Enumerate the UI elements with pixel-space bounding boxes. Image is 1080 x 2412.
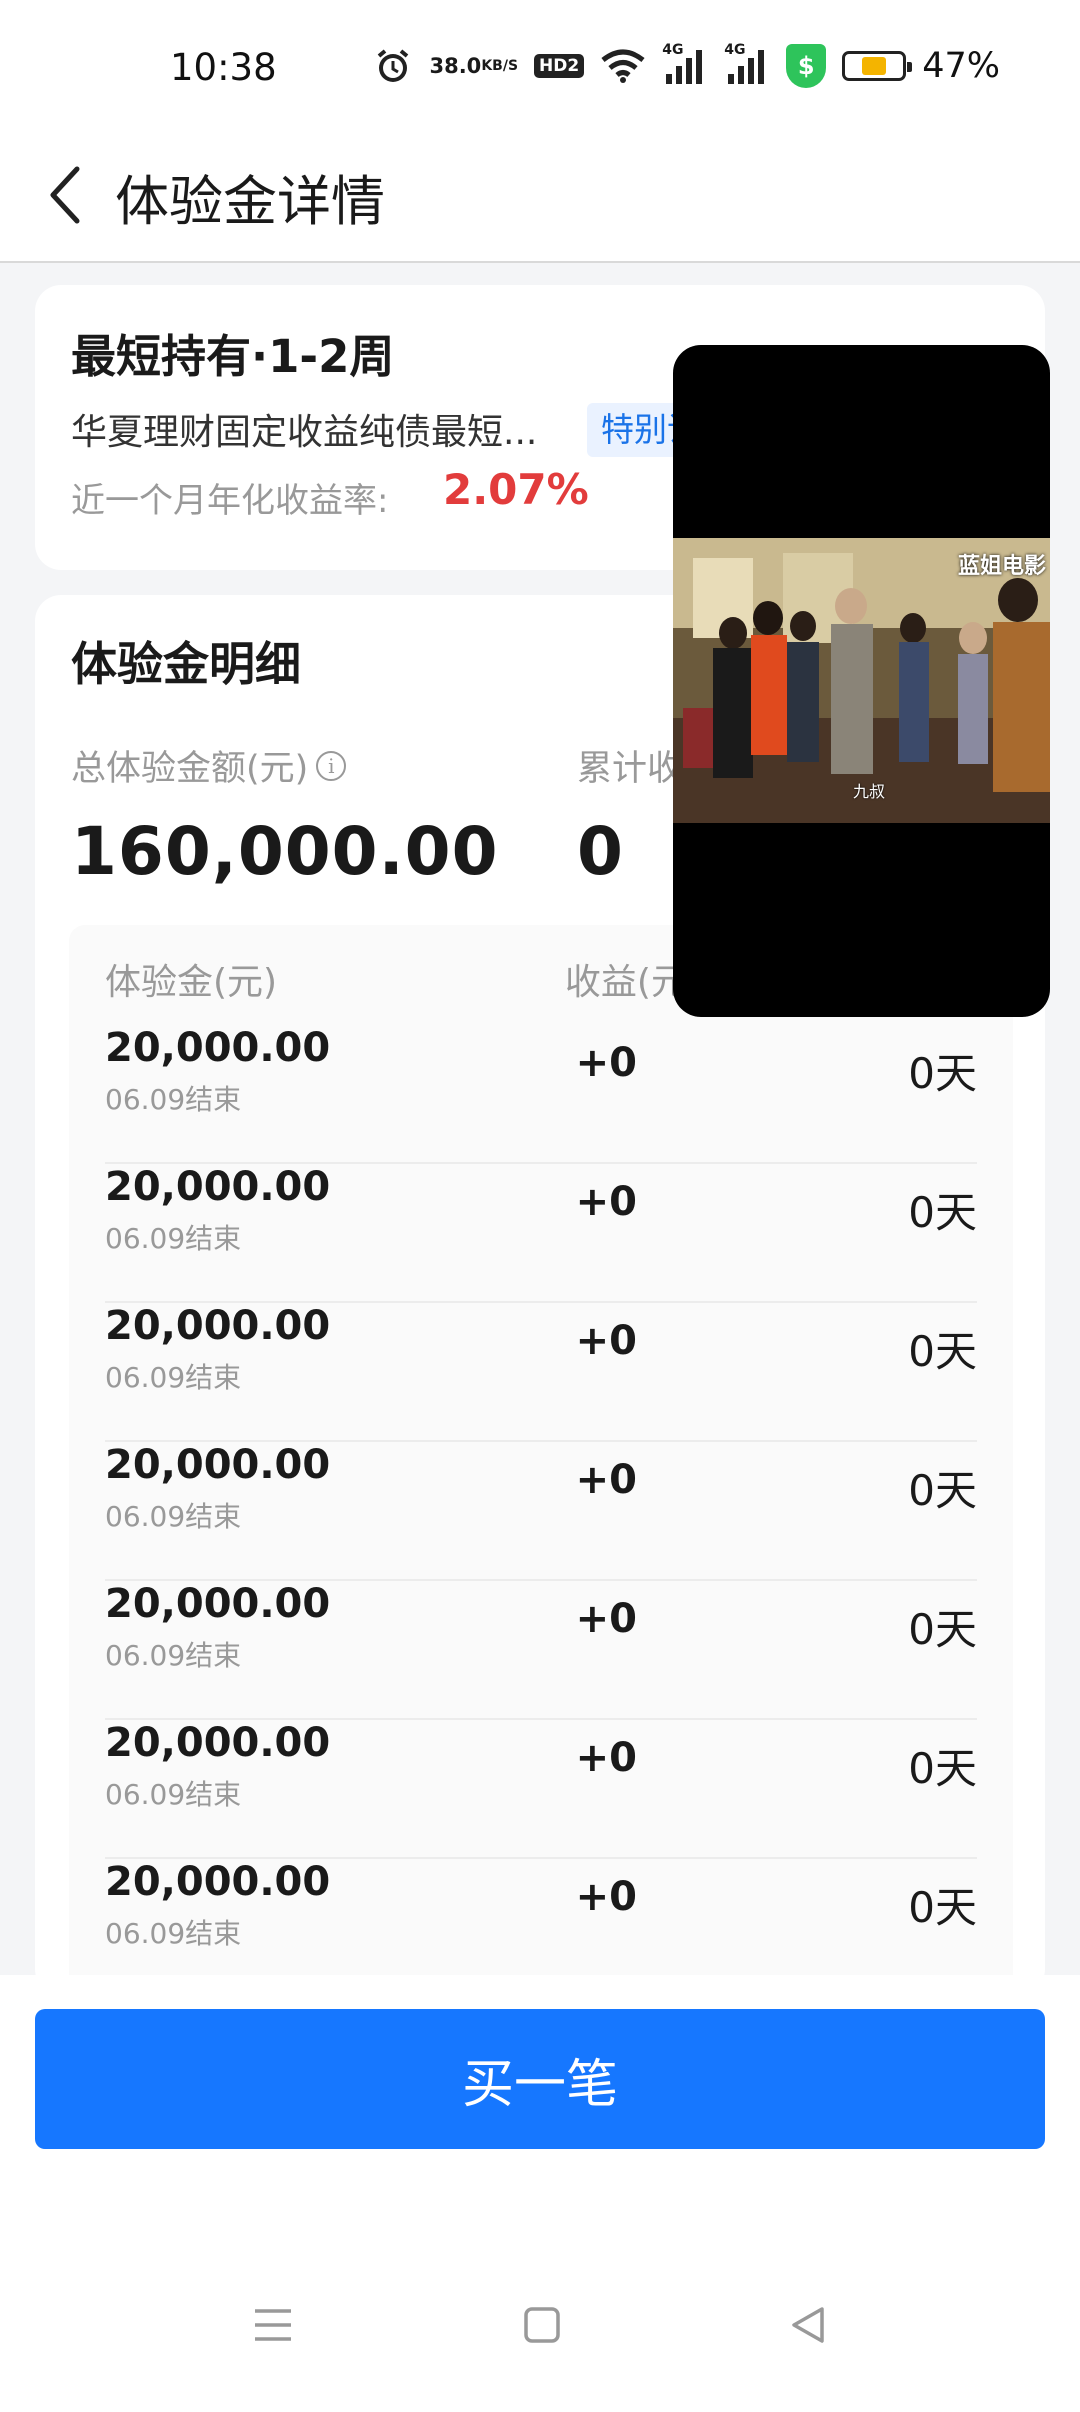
pip-video-player[interactable]: 蓝姐电影 九叔 [673,345,1050,1017]
table-row: 20,000.00 06.09结束 +0 0天 [105,1025,977,1164]
signal-icon: 4G [724,42,770,86]
status-icons: 38.0 KB/S HD2 4G 4G $ 47% [373,42,1000,88]
battery-percent: 47% [922,46,1000,86]
row-amount: 20,000.00 [105,1581,331,1627]
row-income: +0 [575,1318,637,1364]
table-row: 20,000.00 06.09结束 +0 0天 [105,1442,977,1581]
row-income: +0 [575,1040,637,1086]
detail-rows: 20,000.00 06.09结束 +0 0天 20,000.00 06.09结束 +0 0天… [105,1025,977,1995]
row-days: 0天 [908,1883,977,1932]
row-amount: 20,000.00 [105,1164,331,1210]
row-amount: 20,000.00 [105,1720,331,1766]
row-income: +0 [575,1596,637,1642]
net-speed: 38.0 KB/S [429,54,519,78]
rate-value: 2.07% [443,465,589,514]
detail-table: 体验金(元) 收益(元) 20,000.00 06.09结束 +0 0天 20,000.… [69,925,1013,1995]
product-name: 华夏理财固定收益纯债最短... [71,412,538,453]
row-end-date: 06.09结束 [105,1917,242,1950]
security-shield-icon: $ [786,44,827,88]
total-value: 160,000.00 [71,813,499,890]
product-title: 最短持有·1-2周 [71,330,395,383]
signal-label: 4G [724,42,746,58]
cumulative-value: 0 [577,813,623,890]
row-amount: 20,000.00 [105,1442,331,1488]
signal-label: 4G [662,42,684,58]
row-end-date: 06.09结束 [105,1500,242,1533]
row-end-date: 06.09结束 [105,1361,242,1394]
row-end-date: 06.09结束 [105,1639,242,1672]
net-speed-value: 38.0 [429,54,482,78]
row-end-date: 06.09结束 [105,1222,242,1255]
system-navigation-bar [0,2285,1080,2365]
row-days: 0天 [908,1049,977,1098]
home-icon[interactable] [502,2285,582,2365]
row-days: 0天 [908,1327,977,1376]
back-triangle-icon[interactable] [768,2285,848,2365]
row-amount: 20,000.00 [105,1025,331,1071]
detail-title: 体验金明细 [71,637,301,691]
bottom-area: 买一笔 [0,1975,1080,2412]
hd-icon: HD2 [534,54,585,78]
status-bar: 10:38 38.0 KB/S HD2 4G 4G $ 47% [0,0,1080,135]
table-row: 20,000.00 06.09结束 +0 0天 [105,1303,977,1442]
cumulative-label: 累计收 [577,749,683,789]
video-frame: 蓝姐电影 九叔 [673,538,1050,823]
nav-bar: 体验金详情 [0,135,1080,263]
battery-fill [861,57,887,75]
table-row: 20,000.00 06.09结束 +0 0天 [105,1581,977,1720]
row-income: +0 [575,1179,637,1225]
info-icon[interactable]: i [316,750,347,781]
row-amount: 20,000.00 [105,1859,331,1905]
signal-icon: 4G [662,42,708,86]
buy-button[interactable]: 买一笔 [35,2009,1045,2149]
column-header-amount: 体验金(元) [105,962,278,1003]
row-income: +0 [575,1457,637,1503]
alarm-icon [373,46,413,86]
table-row: 20,000.00 06.09结束 +0 0天 [105,1720,977,1859]
chevron-left-icon [50,166,80,224]
rate-label: 近一个月年化收益率: [71,481,389,521]
status-time: 10:38 [170,46,277,89]
battery-icon [842,51,913,81]
page-title: 体验金详情 [115,170,385,233]
table-row: 20,000.00 06.09结束 +0 0天 [105,1164,977,1303]
row-end-date: 06.09结束 [105,1083,242,1116]
video-subtitle: 九叔 [853,782,886,801]
wifi-icon [600,48,646,84]
row-days: 0天 [908,1188,977,1237]
back-button[interactable] [30,155,100,235]
total-label-text: 总体验金额(元) [71,749,309,789]
row-income: +0 [575,1874,637,1920]
row-days: 0天 [908,1466,977,1515]
row-income: +0 [575,1735,637,1781]
net-speed-unit: KB/S [481,58,519,74]
row-days: 0天 [908,1605,977,1654]
total-label: 总体验金额(元) i [71,740,347,791]
menu-icon[interactable] [233,2285,313,2365]
video-watermark: 蓝姐电影 [957,554,1046,579]
row-days: 0天 [908,1744,977,1793]
row-amount: 20,000.00 [105,1303,331,1349]
row-end-date: 06.09结束 [105,1778,242,1811]
